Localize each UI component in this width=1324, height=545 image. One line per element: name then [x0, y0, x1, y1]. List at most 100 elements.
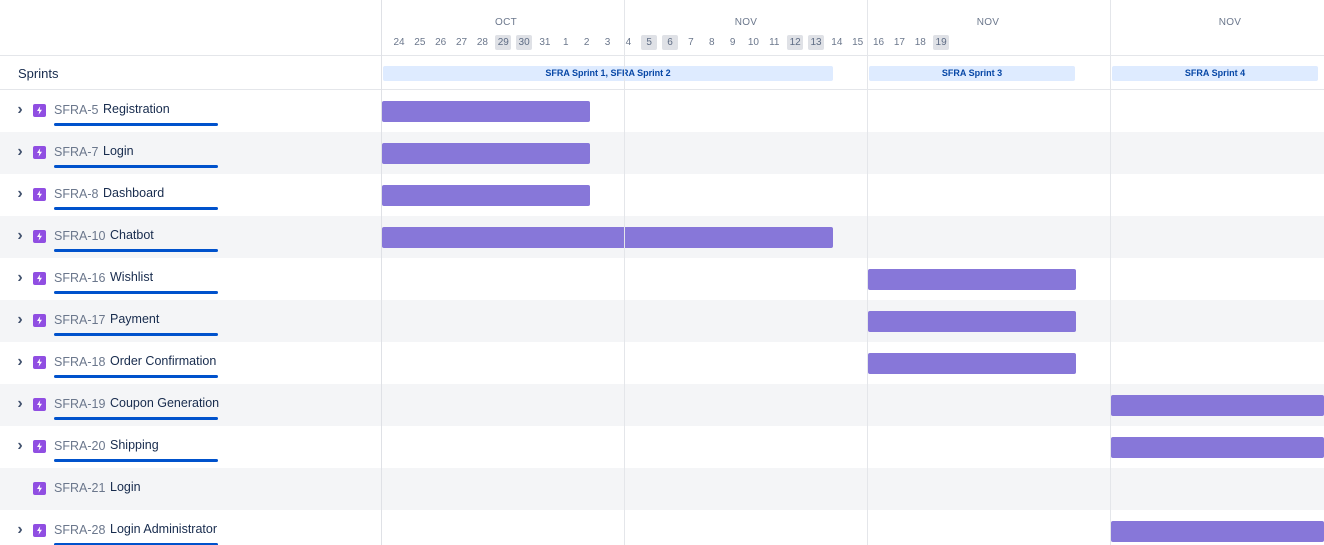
day-label: 26 — [435, 37, 447, 48]
issue-cell[interactable]: › SFRA-18 Order Confirmation — [0, 342, 381, 384]
month-label: NOV — [734, 17, 758, 28]
issue-list-header — [0, 0, 381, 56]
table-row[interactable]: › SFRA-20 Shipping — [0, 426, 1324, 468]
gantt-bar[interactable] — [868, 353, 1076, 374]
issue-title[interactable]: Login — [103, 144, 134, 158]
issue-cell[interactable]: › SFRA-20 Shipping — [0, 426, 381, 468]
day-label: 29 — [495, 35, 512, 50]
day-label: 8 — [708, 37, 715, 48]
issue-key[interactable]: SFRA-28 — [54, 523, 105, 537]
table-row[interactable]: › SFRA-10 Chatbot — [0, 216, 1324, 258]
chevron-right-icon[interactable]: › — [14, 396, 26, 412]
epic-lightning-icon — [33, 314, 46, 327]
issue-key[interactable]: SFRA-7 — [54, 145, 98, 159]
gantt-bar[interactable] — [382, 101, 590, 122]
issue-cell[interactable]: › SFRA-10 Chatbot — [0, 216, 381, 258]
issue-title[interactable]: Order Confirmation — [110, 354, 216, 368]
day-label: 24 — [393, 37, 405, 48]
issue-key[interactable]: SFRA-17 — [54, 313, 105, 327]
issue-cell[interactable]: › SFRA-5 Registration — [0, 90, 381, 132]
issue-cell[interactable]: › SFRA-16 Wishlist — [0, 258, 381, 300]
issue-cell[interactable]: SFRA-21 Login — [0, 468, 381, 510]
table-row[interactable]: › SFRA-28 Login Administrator — [0, 510, 1324, 545]
progress-bar — [54, 123, 218, 126]
issue-key[interactable]: SFRA-5 — [54, 103, 98, 117]
gantt-bar[interactable] — [868, 311, 1076, 332]
sprints-label: Sprints — [18, 66, 59, 81]
issue-title[interactable]: Wishlist — [110, 270, 153, 284]
gantt-bar[interactable] — [1111, 395, 1324, 416]
issue-title[interactable]: Payment — [110, 312, 159, 326]
day-label: 15 — [852, 37, 864, 48]
day-label: 2 — [583, 37, 590, 48]
issue-title[interactable]: Dashboard — [103, 186, 164, 200]
table-row[interactable]: › SFRA-5 Registration — [0, 90, 1324, 132]
issue-cell[interactable]: › SFRA-17 Payment — [0, 300, 381, 342]
sprint-strip: SFRA Sprint 1, SFRA Sprint 2 SFRA Sprint… — [382, 56, 1324, 90]
month-label: NOV — [1218, 17, 1242, 28]
gantt-bar[interactable] — [1111, 521, 1324, 542]
chevron-right-icon[interactable]: › — [14, 312, 26, 328]
day-label: 10 — [747, 37, 759, 48]
gantt-bar[interactable] — [382, 227, 833, 248]
sprint-pill[interactable]: SFRA Sprint 4 — [1112, 66, 1318, 81]
table-row[interactable]: › SFRA-7 Login — [0, 132, 1324, 174]
progress-bar — [54, 207, 218, 210]
issue-key[interactable]: SFRA-19 — [54, 397, 105, 411]
table-row[interactable]: › SFRA-17 Payment — [0, 300, 1324, 342]
chevron-right-icon[interactable]: › — [14, 228, 26, 244]
issue-cell[interactable]: › SFRA-19 Coupon Generation — [0, 384, 381, 426]
issue-title[interactable]: Shipping — [110, 438, 159, 452]
chevron-right-icon[interactable]: › — [14, 144, 26, 160]
issue-cell[interactable]: › SFRA-7 Login — [0, 132, 381, 174]
chevron-right-icon[interactable]: › — [14, 522, 26, 538]
issue-key[interactable]: SFRA-10 — [54, 229, 105, 243]
issue-title[interactable]: Chatbot — [110, 228, 154, 242]
month-label: NOV — [976, 17, 1000, 28]
gantt-bar[interactable] — [382, 185, 590, 206]
panel-divider[interactable] — [381, 0, 382, 545]
sprint-pill[interactable]: SFRA Sprint 1, SFRA Sprint 2 — [383, 66, 833, 81]
epic-lightning-icon — [33, 104, 46, 117]
issue-cell[interactable]: › SFRA-8 Dashboard — [0, 174, 381, 216]
day-label: 16 — [872, 37, 885, 48]
epic-lightning-icon — [33, 146, 46, 159]
chevron-right-icon[interactable]: › — [14, 102, 26, 118]
table-row[interactable]: › SFRA-16 Wishlist — [0, 258, 1324, 300]
day-label: 11 — [769, 37, 780, 48]
issue-key[interactable]: SFRA-21 — [54, 481, 105, 495]
gantt-bar[interactable] — [868, 269, 1076, 290]
issue-key[interactable]: SFRA-20 — [54, 439, 105, 453]
gantt-bar[interactable] — [382, 143, 590, 164]
day-label: 3 — [604, 37, 611, 48]
table-row[interactable]: › SFRA-8 Dashboard — [0, 174, 1324, 216]
table-row[interactable]: › SFRA-19 Coupon Generation — [0, 384, 1324, 426]
sprint-pill[interactable]: SFRA Sprint 3 — [869, 66, 1075, 81]
table-row[interactable]: SFRA-21 Login — [0, 468, 1324, 510]
issue-key[interactable]: SFRA-18 — [54, 355, 105, 369]
progress-bar — [54, 333, 218, 336]
chevron-right-icon[interactable]: › — [14, 354, 26, 370]
timeline-header: OCT NOV NOV NOV 24 25 26 27 28 29 30 31 1 2 3 4 5 6 7 8… — [382, 0, 1324, 56]
chevron-right-icon[interactable]: › — [14, 270, 26, 286]
day-label: 7 — [688, 37, 694, 48]
epic-lightning-icon — [33, 482, 46, 495]
day-label: 13 — [808, 35, 824, 50]
sprints-row: Sprints — [0, 56, 381, 90]
issue-title[interactable]: Coupon Generation — [110, 396, 219, 410]
week-gridline — [1110, 0, 1111, 545]
epic-lightning-icon — [33, 188, 46, 201]
issue-key[interactable]: SFRA-16 — [54, 271, 105, 285]
chevron-right-icon[interactable]: › — [14, 186, 26, 202]
issue-title[interactable]: Login Administrator — [110, 522, 217, 536]
day-label: 31 — [539, 37, 551, 48]
chevron-right-icon[interactable]: › — [14, 438, 26, 454]
issue-cell[interactable]: › SFRA-28 Login Administrator — [0, 510, 381, 545]
issue-title[interactable]: Registration — [103, 102, 170, 116]
table-row[interactable]: › SFRA-18 Order Confirmation — [0, 342, 1324, 384]
issue-key[interactable]: SFRA-8 — [54, 187, 98, 201]
day-label: 25 — [414, 37, 426, 48]
issue-title[interactable]: Login — [110, 480, 141, 494]
epic-lightning-icon — [33, 272, 46, 285]
gantt-bar[interactable] — [1111, 437, 1324, 458]
